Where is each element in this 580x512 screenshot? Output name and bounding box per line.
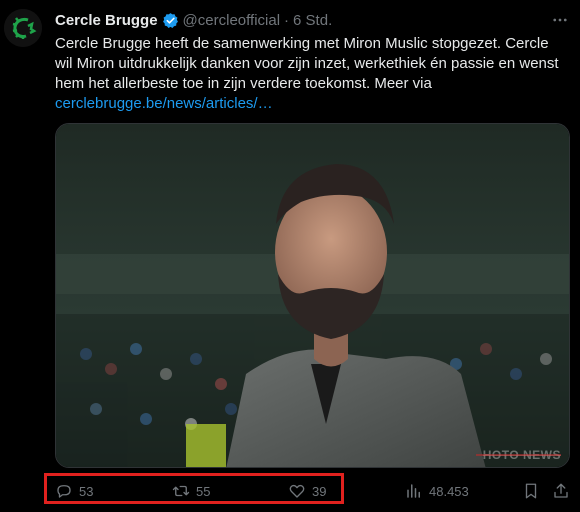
verified-badge-icon bbox=[162, 12, 179, 29]
timestamp[interactable]: 6 Std. bbox=[293, 12, 332, 29]
header-separator: · bbox=[284, 11, 290, 29]
tweet-media-photo[interactable]: HOTO NEWS bbox=[55, 123, 570, 468]
article-link[interactable]: cerclebrugge.be/news/articles/… bbox=[55, 95, 273, 112]
tweet-text: Cercle Brugge heeft de samenwerking met … bbox=[55, 34, 570, 114]
reply-button[interactable]: 53 bbox=[55, 480, 93, 502]
views-icon bbox=[407, 484, 420, 498]
retweet-icon bbox=[172, 485, 190, 497]
retweet-button[interactable]: 55 bbox=[172, 480, 210, 502]
tweet[interactable]: Cercle Brugge @cercleofficial · 6 Std. C… bbox=[0, 0, 580, 512]
retweet-count: 55 bbox=[196, 483, 211, 499]
views-count: 48.453 bbox=[429, 483, 469, 499]
author-name[interactable]: Cercle Brugge bbox=[55, 12, 158, 29]
reply-count: 53 bbox=[79, 483, 94, 499]
share-icon bbox=[554, 483, 568, 498]
bookmark-button[interactable] bbox=[522, 480, 540, 502]
more-dots-icon[interactable] bbox=[548, 8, 572, 32]
share-button[interactable] bbox=[552, 480, 570, 502]
views-button[interactable]: 48.453 bbox=[405, 480, 469, 502]
tweet-header: Cercle Brugge @cercleofficial · 6 Std. bbox=[55, 9, 332, 31]
heart-icon bbox=[289, 484, 305, 498]
cercle-brugge-logo-icon bbox=[4, 9, 42, 47]
tweet-body: Cercle Brugge heeft de samenwerking met … bbox=[55, 35, 559, 92]
bookmark-icon bbox=[525, 483, 537, 499]
avatar[interactable] bbox=[4, 9, 42, 47]
like-count: 39 bbox=[312, 483, 327, 499]
reply-icon bbox=[57, 485, 71, 498]
author-handle[interactable]: @cercleofficial bbox=[183, 12, 281, 29]
photo-of-man-in-stadium: HOTO NEWS bbox=[56, 124, 569, 467]
like-button[interactable]: 39 bbox=[288, 480, 326, 502]
